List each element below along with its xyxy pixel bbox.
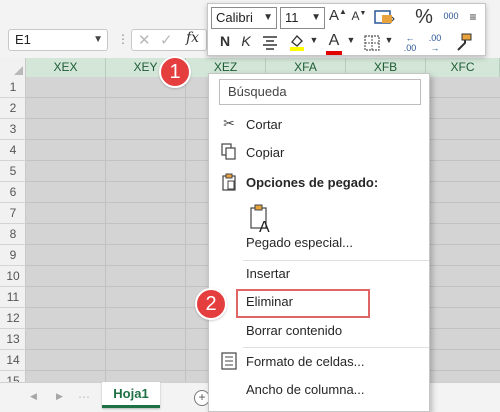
menu-item-format-cells[interactable]: Formato de celdas... xyxy=(209,350,429,374)
font-size-box[interactable]: 11 ▼ xyxy=(280,7,325,29)
row-header[interactable]: 10 xyxy=(0,266,26,287)
step-callout-2: 2 xyxy=(195,288,227,320)
name-box-value: E1 xyxy=(15,32,31,47)
row-header[interactable]: 14 xyxy=(0,350,26,371)
font-name-box[interactable]: Calibri ▼ xyxy=(211,7,277,29)
menu-item-label: Insertar xyxy=(246,266,291,281)
format-cells-icon xyxy=(221,352,237,370)
font-color-icon[interactable]: A xyxy=(324,32,344,55)
menu-item-label: Copiar xyxy=(246,145,285,160)
font-size-value: 11 xyxy=(285,10,299,25)
row-header[interactable]: 3 xyxy=(0,119,26,140)
menu-search-field[interactable]: Búsqueda xyxy=(219,79,421,105)
menu-item-label: Opciones de pegado: xyxy=(246,175,379,190)
menu-item-insert[interactable]: Insertar xyxy=(209,262,429,286)
menu-item-label: Formato de celdas... xyxy=(246,354,365,369)
increase-font-icon[interactable]: A▲ xyxy=(329,7,347,24)
align-center-icon[interactable] xyxy=(260,33,280,54)
scroll-right-icon[interactable]: ▶ xyxy=(56,391,63,402)
row-header[interactable]: 6 xyxy=(0,182,26,203)
font-name-value: Calibri xyxy=(216,10,253,25)
row-header[interactable]: 11 xyxy=(0,287,26,308)
decrease-decimal-icon[interactable]: .00 → xyxy=(424,33,446,53)
enter-icon[interactable]: ✓ xyxy=(160,31,173,49)
number-format-icon[interactable] xyxy=(372,8,396,29)
scissors-icon: ✂ xyxy=(223,115,235,131)
format-painter-icon[interactable] xyxy=(452,32,474,55)
row-header[interactable]: 5 xyxy=(0,161,26,182)
mini-toolbar: Calibri ▼ 11 ▼ A▲ A▼ % 000 ≡ N K ▼ A ▼ ▼… xyxy=(207,3,486,56)
sheet-tab[interactable]: Hoja1 xyxy=(102,382,160,408)
percent-style-button[interactable]: % xyxy=(413,6,435,29)
insert-function-button[interactable]: fx xyxy=(186,30,199,46)
increase-decimal-icon[interactable]: ← .00 xyxy=(399,33,421,53)
row-header[interactable]: 13 xyxy=(0,329,26,350)
context-menu: Búsqueda ✂ Cortar Copiar Opciones de peg… xyxy=(208,73,430,412)
more-options-icon[interactable]: ⋮ xyxy=(117,32,129,46)
row-header[interactable]: 1 xyxy=(0,77,26,98)
name-box[interactable]: E1 ▼ xyxy=(8,29,108,51)
comma-style-icon[interactable]: ≡ xyxy=(465,10,481,24)
menu-item-paste-options: Opciones de pegado: xyxy=(209,171,429,195)
menu-item-label: Ancho de columna... xyxy=(246,382,365,397)
menu-item-clear-contents[interactable]: Borrar contenido xyxy=(209,319,429,343)
row-header-bar: 1 2 3 4 5 6 7 8 9 10 11 12 13 14 15 xyxy=(0,77,26,392)
row-header[interactable]: 8 xyxy=(0,224,26,245)
paste-icon[interactable]: A xyxy=(249,204,275,236)
formula-buttons: ✕ ✓ fx xyxy=(131,29,207,51)
clipboard-icon xyxy=(221,173,237,191)
borders-icon[interactable] xyxy=(362,34,382,55)
row-header[interactable]: 2 xyxy=(0,98,26,119)
chevron-down-icon[interactable]: ▼ xyxy=(311,8,321,28)
menu-item-label: Cortar xyxy=(246,117,283,132)
cancel-icon[interactable]: ✕ xyxy=(138,31,151,49)
menu-item-cut[interactable]: ✂ Cortar xyxy=(209,113,429,137)
chevron-down-icon[interactable]: ▼ xyxy=(263,8,273,28)
row-header[interactable]: 7 xyxy=(0,203,26,224)
chevron-down-icon[interactable]: ▼ xyxy=(93,30,103,50)
menu-item-label: Borrar contenido xyxy=(246,323,343,338)
menu-item-column-width[interactable]: Ancho de columna... xyxy=(209,378,429,402)
scroll-left-icon[interactable]: ◀ xyxy=(30,391,37,402)
comma-style-button[interactable]: 000 xyxy=(439,11,463,21)
column-header[interactable]: XEX xyxy=(26,58,106,77)
decrease-font-icon[interactable]: A▼ xyxy=(351,9,367,23)
more-sheets-icon[interactable]: ⋯ xyxy=(78,390,90,404)
fill-color-icon[interactable] xyxy=(287,33,307,54)
row-header[interactable]: 4 xyxy=(0,140,26,161)
chevron-down-icon[interactable]: ▼ xyxy=(309,35,319,45)
bold-button[interactable]: N xyxy=(218,33,232,49)
step-callout-1: 1 xyxy=(159,56,191,88)
italic-button[interactable]: K xyxy=(239,33,253,49)
row-header[interactable]: 9 xyxy=(0,245,26,266)
delete-highlight-box xyxy=(236,289,370,318)
menu-item-paste-special[interactable]: Pegado especial... xyxy=(209,231,429,255)
row-header[interactable]: 12 xyxy=(0,308,26,329)
copy-icon xyxy=(221,143,237,161)
chevron-down-icon[interactable]: ▼ xyxy=(384,35,394,45)
menu-item-label: Pegado especial... xyxy=(246,235,353,250)
chevron-down-icon[interactable]: ▼ xyxy=(346,35,356,45)
select-all-corner[interactable] xyxy=(0,58,26,77)
menu-item-copy[interactable]: Copiar xyxy=(209,141,429,165)
column-header[interactable]: XFC xyxy=(426,58,500,77)
